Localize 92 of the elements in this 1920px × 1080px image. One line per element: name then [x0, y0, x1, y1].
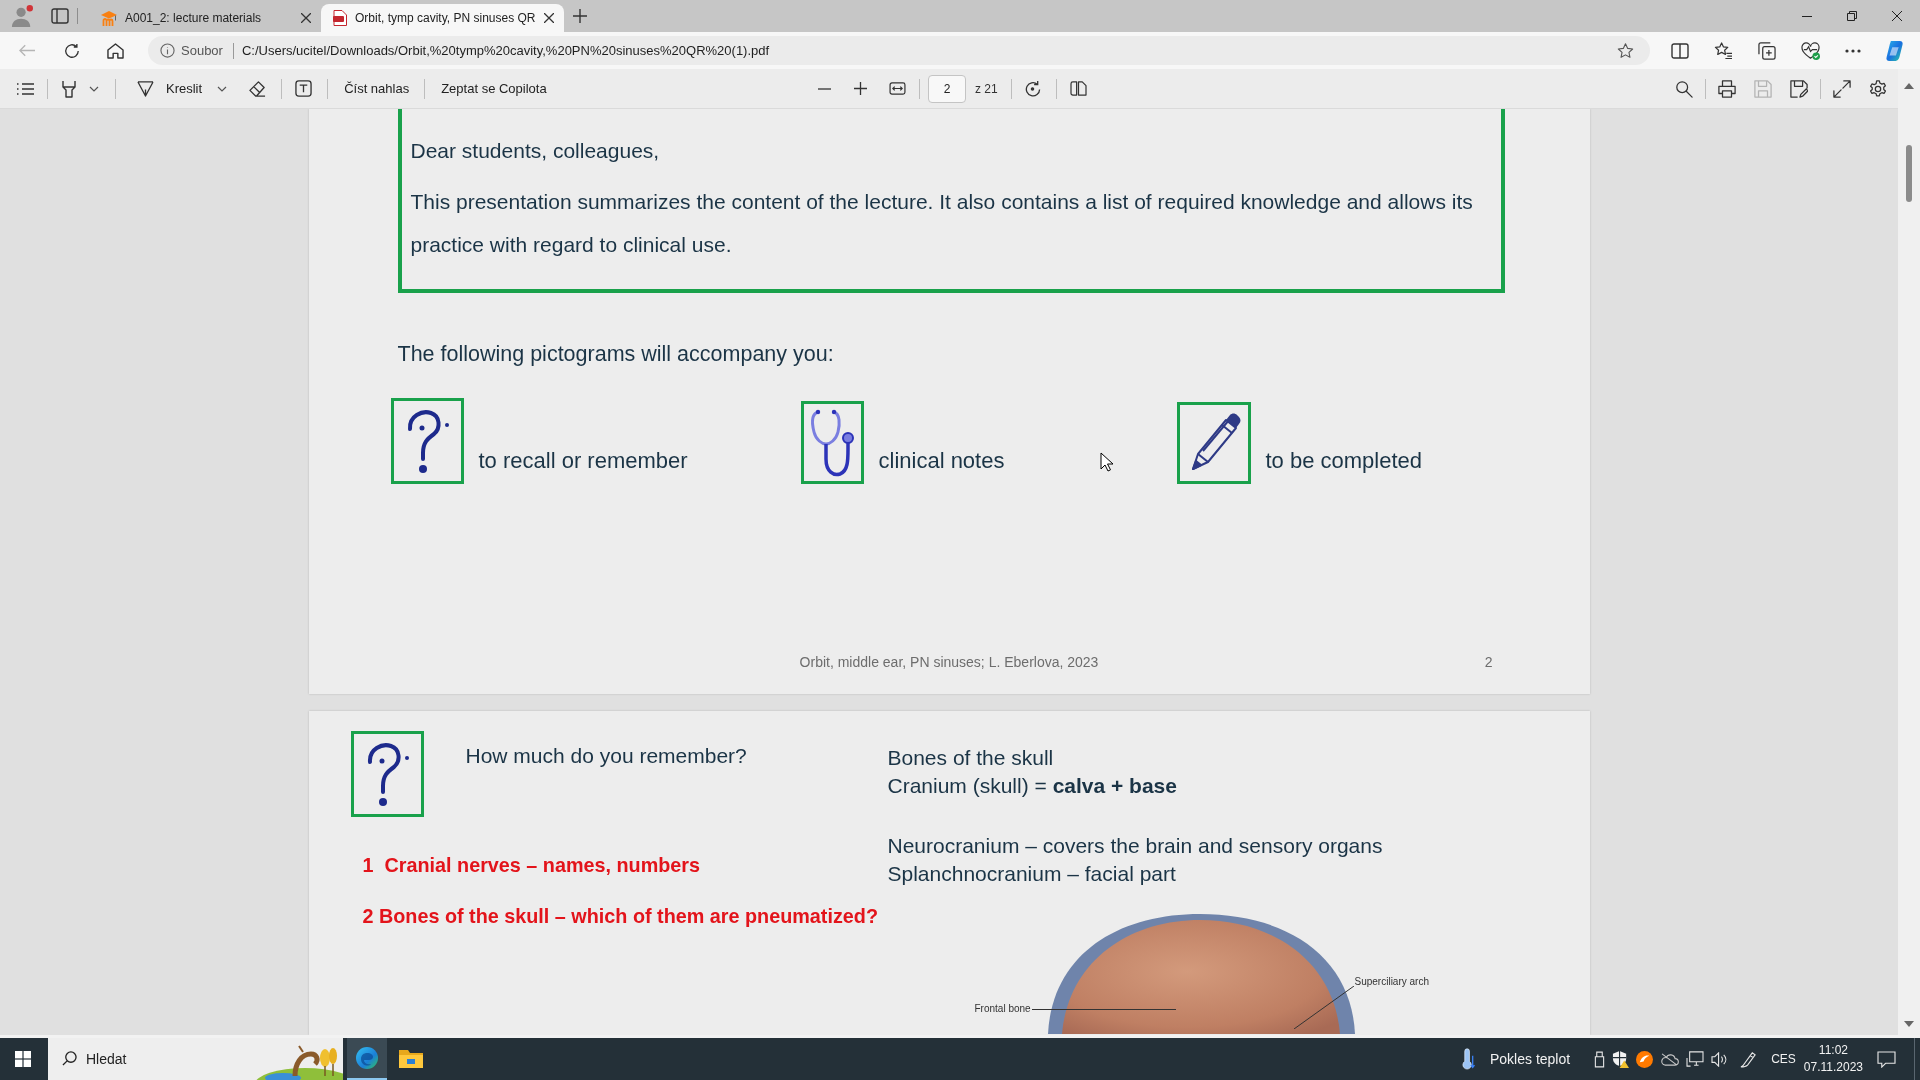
folder-icon	[399, 1048, 423, 1068]
scrollbar[interactable]	[1898, 69, 1920, 1035]
restore-icon[interactable]	[1847, 11, 1857, 21]
clock-date[interactable]: 07.11.2023	[1803, 1059, 1863, 1076]
usb-drive-icon[interactable]	[1594, 1050, 1606, 1068]
read-aloud-button[interactable]: Číst nahlas	[338, 81, 416, 96]
question-text: 1 Cranial nerves – names, numbers	[362, 853, 702, 878]
floppy-disk-pen-icon[interactable]	[1790, 79, 1808, 98]
thermometer-icon[interactable]	[1461, 1047, 1475, 1071]
home-icon[interactable]	[107, 42, 124, 59]
question-mark-icon	[390, 398, 464, 484]
question-mark-icon	[350, 731, 424, 817]
fit-width-icon[interactable]	[889, 82, 906, 95]
eraser-icon[interactable]	[249, 80, 267, 97]
page-number-field[interactable]: 2	[928, 74, 966, 103]
pictograms-heading: The following pictograms will accompany you:	[397, 341, 835, 368]
stethoscope-icon	[800, 401, 864, 484]
zoom-in-icon[interactable]	[854, 82, 867, 95]
pictogram-label: clinical notes	[878, 448, 1005, 474]
info-icon	[160, 43, 175, 58]
notifications-icon[interactable]	[1877, 1050, 1896, 1068]
greeting-text: Dear students, colleagues,	[410, 138, 661, 164]
vertical-tabs-icon[interactable]	[51, 8, 69, 24]
section-heading: How much do you remember?	[465, 743, 747, 769]
draw-button[interactable]: Kreslit	[131, 80, 234, 97]
search-icon[interactable]	[1675, 79, 1693, 98]
caret-icon	[217, 85, 228, 92]
address-field[interactable]: Soubor C:/Users/ucitel/Downloads/Orbit,%20tymp%20cavity,%20PN%20sinuses%20QR%20(1).pdf	[148, 36, 1650, 65]
contents-icon[interactable]	[16, 81, 34, 96]
settings-icon[interactable]	[1869, 79, 1887, 98]
speaker-icon[interactable]	[1711, 1051, 1729, 1067]
split-screen-icon[interactable]	[1671, 42, 1689, 59]
page-view-icon[interactable]	[1069, 81, 1087, 96]
copilot-icon[interactable]	[1884, 39, 1906, 62]
page-count-text: z 21	[975, 81, 998, 96]
pdf-file-icon	[333, 10, 347, 26]
leader-line	[1293, 986, 1354, 1029]
mouse-cursor-icon	[1099, 452, 1113, 472]
refresh-icon[interactable]	[64, 42, 80, 59]
more-icon[interactable]	[1845, 48, 1861, 53]
star-icon[interactable]	[1617, 42, 1634, 59]
cloud-off-icon[interactable]	[1660, 1052, 1680, 1066]
pictogram-label: to be completed	[1265, 448, 1423, 474]
tray-logo-icon[interactable]	[1636, 1050, 1654, 1068]
weather-text[interactable]: Pokles teplot	[1489, 1051, 1571, 1067]
ask-copilot-button[interactable]: Zeptat se Copilota	[435, 81, 553, 96]
pictogram-label: to recall or remember	[478, 448, 688, 474]
scrollbar-thumb[interactable]	[1906, 145, 1912, 202]
scroll-up-arrow-icon[interactable]	[1904, 83, 1914, 89]
close-icon[interactable]	[301, 13, 311, 23]
figure-label: Frontal bone	[974, 1003, 1031, 1015]
mortarboard-icon	[101, 10, 117, 26]
pen-icon[interactable]	[1740, 1050, 1758, 1068]
text-box-icon[interactable]	[295, 80, 313, 97]
pencil-icon	[1176, 402, 1251, 484]
caret-icon[interactable]	[89, 85, 99, 92]
browser-tab[interactable]: A001_2: lecture materials	[89, 4, 321, 32]
site-info-button[interactable]: Soubor	[160, 43, 227, 58]
taskbar-app-button[interactable]	[347, 1038, 387, 1080]
windows-logo-icon	[15, 1051, 31, 1067]
profile-icon[interactable]	[11, 5, 33, 27]
note-text: Cranium (skull) = calva + base	[887, 773, 1178, 799]
diagonal-arrows-icon[interactable]	[1833, 79, 1851, 98]
highlighter-icon[interactable]	[62, 79, 76, 98]
note-text: Bones of the skull	[887, 745, 1055, 771]
footer-text: Orbit, middle ear, PN sinuses; L. Eberlova, 2023	[799, 653, 1099, 672]
heart-pulse-icon[interactable]	[1801, 41, 1820, 60]
favorites-icon[interactable]	[1714, 42, 1733, 59]
printer-icon[interactable]	[1718, 79, 1736, 98]
collections-icon[interactable]	[1758, 41, 1776, 60]
url-text: C:/Users/ucitel/Downloads/Orbit,%20tymp%20cavity,%20PN%20sinuses%20QR%20(1).pdf	[241, 43, 770, 58]
scroll-down-arrow-icon[interactable]	[1904, 1021, 1914, 1027]
close-icon[interactable]	[543, 13, 554, 23]
new-tab-icon[interactable]	[572, 9, 587, 23]
page-number: 2	[1484, 653, 1494, 672]
close-icon[interactable]	[1892, 11, 1902, 21]
pen-nib-icon	[137, 80, 154, 97]
shield-icon[interactable]	[1612, 1050, 1630, 1068]
rotate-icon[interactable]	[1023, 80, 1041, 97]
figure-label: Superciliary arch	[1354, 976, 1429, 988]
clock-time[interactable]: 11:02	[1818, 1042, 1848, 1059]
zoom-out-icon[interactable]	[818, 87, 831, 90]
message-text: This presentation summarizes the content of the lecture. It also contains a list of required knowledge and allows its practice with regard to clinical use.	[410, 189, 1474, 258]
browser-tab[interactable]: Orbit, tymp cavity, PN sinuses QR	[321, 4, 564, 32]
minimize-icon[interactable]	[1802, 15, 1812, 17]
language-indicator[interactable]: CES	[1771, 1052, 1796, 1066]
search-icon	[62, 1051, 77, 1066]
note-text: Splanchnocranium – facial part	[887, 861, 1177, 887]
browser-icon	[355, 1046, 379, 1070]
note-text: Neurocranium – covers the brain and sensory organs	[887, 833, 1384, 859]
question-text: 2 Bones of the skull – which of them are pneumatized?	[362, 904, 879, 929]
network-icon[interactable]	[1686, 1051, 1705, 1067]
